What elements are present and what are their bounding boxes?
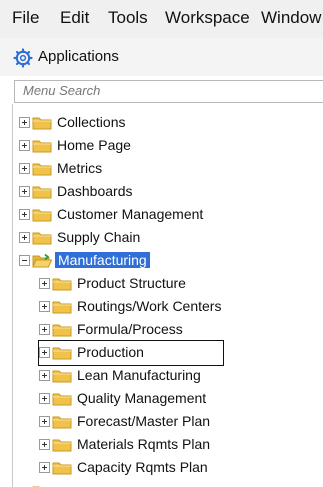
tree-item-label: Capacity Rqmts Plan (77, 459, 208, 475)
expand-icon[interactable] (19, 186, 30, 197)
expand-icon[interactable] (39, 439, 50, 450)
folder-icon (52, 370, 72, 383)
tree-item-label: Dashboards (57, 183, 133, 199)
tree-item-label: Formula/Process (77, 321, 183, 337)
gear-icon (13, 48, 33, 68)
menu-window[interactable]: Window (261, 8, 321, 28)
expand-icon[interactable] (19, 140, 30, 151)
menu-workspace[interactable]: Workspace (165, 8, 250, 28)
tree-item-label: Supply Chain (57, 229, 141, 245)
menu-tools[interactable]: Tools (108, 8, 148, 28)
tree-item-label: Lean Manufacturing (77, 367, 201, 383)
folder-icon (52, 416, 72, 429)
folder-icon (52, 439, 72, 452)
folder-icon (32, 209, 52, 222)
expand-icon[interactable] (19, 117, 30, 128)
folder-icon (52, 324, 72, 337)
production-highlight-box (38, 340, 224, 366)
folder-icon (52, 301, 72, 314)
expand-icon[interactable] (39, 416, 50, 427)
expand-icon[interactable] (39, 393, 50, 404)
tree-item-label: Customer Management (57, 206, 204, 222)
folder-icon (32, 140, 52, 153)
menu-edit[interactable]: Edit (60, 8, 89, 28)
menu-search-input[interactable] (23, 83, 323, 98)
folder-icon (32, 232, 52, 245)
tree-item-label: Materials Rqmts Plan (77, 436, 211, 452)
tree-item-label: Routings/Work Centers (77, 298, 222, 314)
collapse-icon[interactable] (19, 255, 30, 266)
application-tree: Collections Home Page Metrics Dashboards… (12, 104, 323, 487)
expand-icon[interactable] (39, 278, 50, 289)
folder-icon (52, 393, 72, 406)
expand-icon[interactable] (19, 209, 30, 220)
expand-icon[interactable] (39, 370, 50, 381)
menu-file[interactable]: File (12, 8, 39, 28)
tree-item-label: Manufacturing (55, 252, 150, 268)
menu-search-box (14, 80, 323, 103)
applications-title: Applications (38, 48, 119, 65)
expand-icon[interactable] (39, 324, 50, 335)
folder-icon (52, 462, 72, 475)
menu-bar: File Edit Tools Workspace Window (0, 0, 323, 38)
expand-icon[interactable] (19, 232, 30, 243)
folder-icon (32, 186, 52, 199)
tree-item-label: Metrics (57, 160, 103, 176)
folder-icon (32, 117, 52, 130)
tree-item-label: Home Page (57, 137, 131, 153)
expand-icon[interactable] (19, 163, 30, 174)
tree-item-label: Collections (57, 114, 126, 130)
folder-icon (52, 278, 72, 291)
folder-icon (32, 163, 52, 176)
expand-icon[interactable] (39, 301, 50, 312)
expand-icon[interactable] (39, 462, 50, 473)
open-folder-icon (32, 253, 52, 268)
tree-item-label: Quality Management (77, 390, 207, 406)
tree-item-label: Forecast/Master Plan (77, 413, 211, 429)
tree-item-label: Product Structure (77, 275, 186, 291)
